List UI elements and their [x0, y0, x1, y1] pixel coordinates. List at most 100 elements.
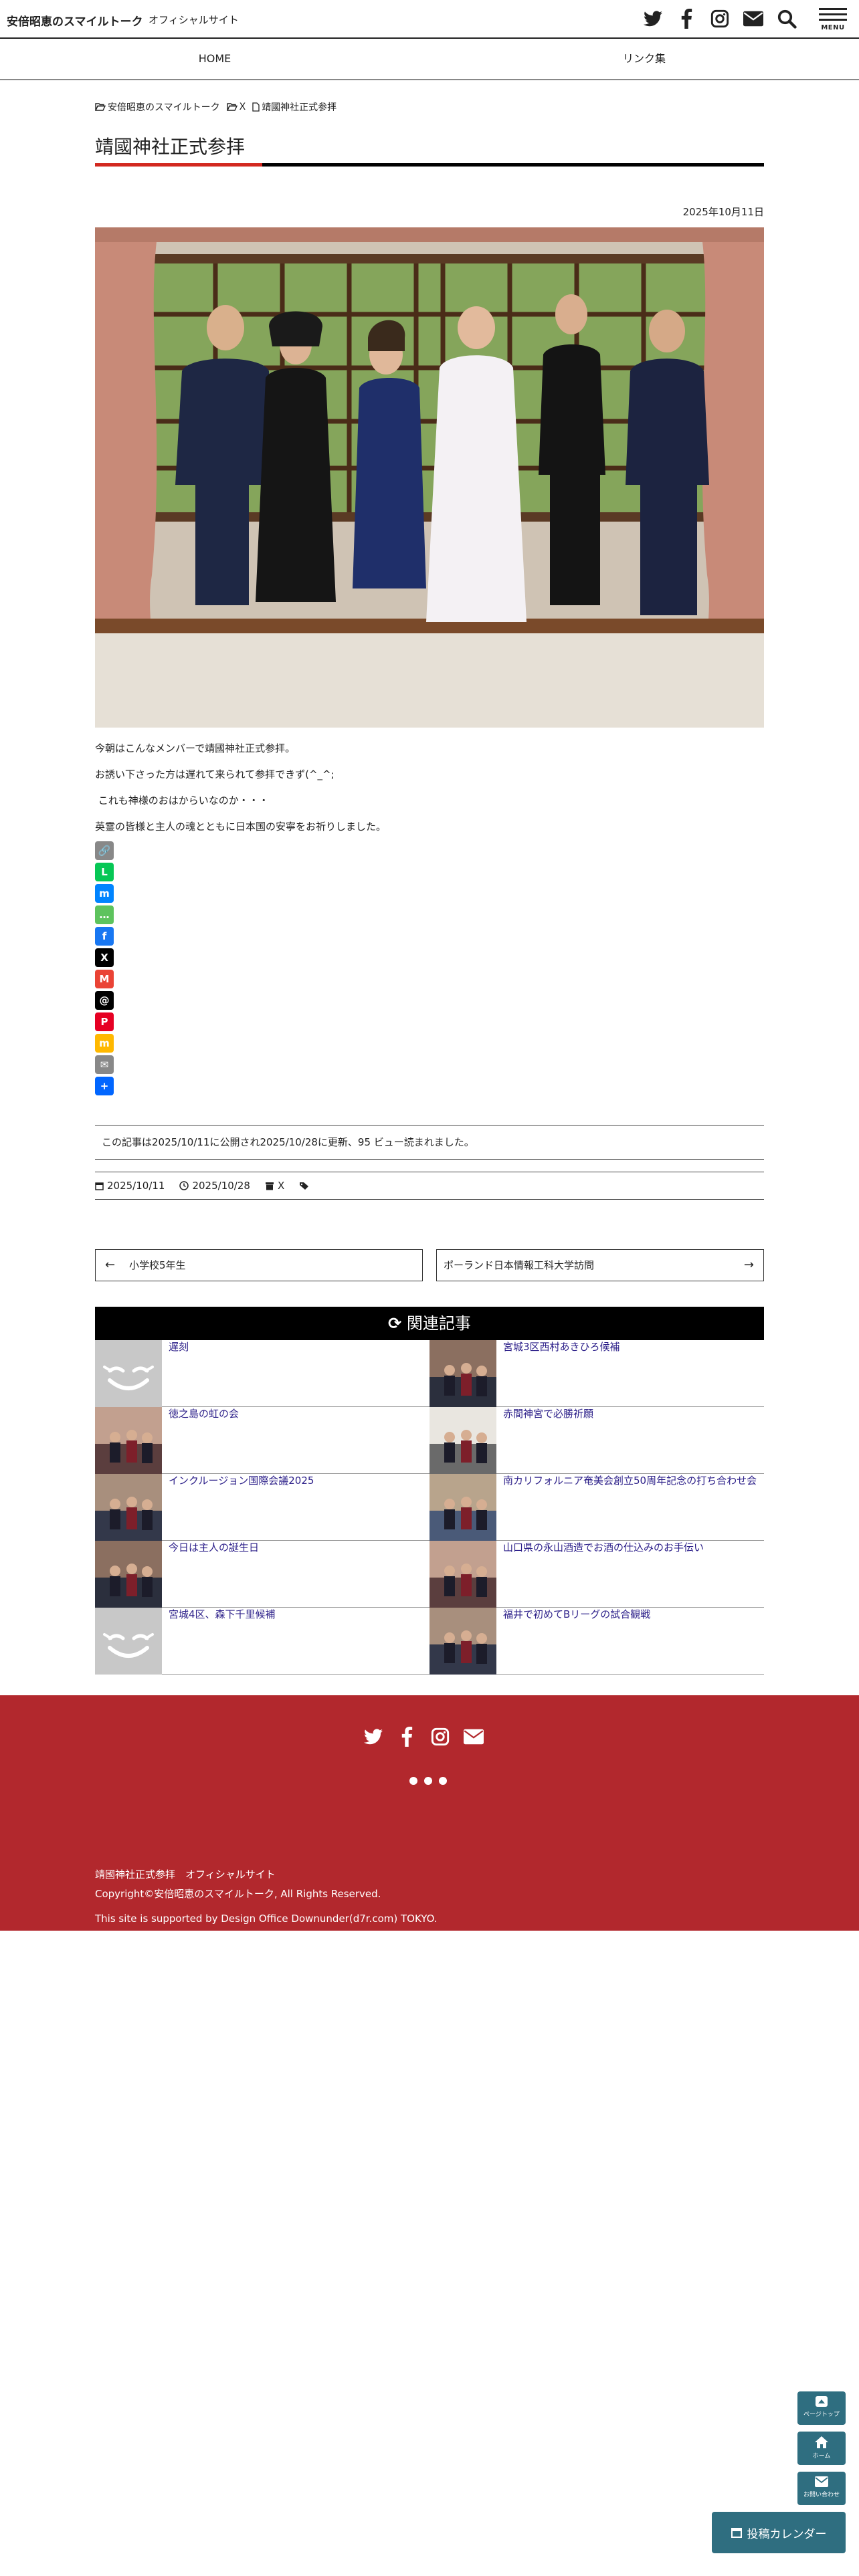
related-item[interactable]: 南カリフォルニア奄美会創立50周年記念の打ち合わせ会	[430, 1474, 764, 1541]
site-title[interactable]: 安倍昭恵のスマイルトーク	[7, 12, 143, 29]
post-paragraph: 英霊の皆様と主人の魂とともに日本国の安寧をお祈りしました。	[95, 821, 387, 833]
hamburger-icon	[819, 8, 847, 10]
post-paragraph: 今朝はこんなメンバーで靖國神社正式参拝。	[95, 742, 296, 754]
copy-link-share-icon[interactable]: 🔗	[95, 841, 114, 860]
arrow-right-icon: →	[743, 1258, 754, 1272]
related-item[interactable]: 遅刻	[95, 1340, 430, 1407]
related-heading: ⟳ 関連記事	[95, 1307, 764, 1340]
breadcrumb-current: 靖國神社正式参拝	[262, 102, 337, 113]
post-paragraph: これも神様のおはからいなのか・・・	[95, 794, 269, 807]
nav-item-home[interactable]: HOME	[0, 40, 430, 79]
nav-item-links[interactable]: リンク集	[430, 40, 859, 79]
page-title: 靖國神社正式参拝	[95, 136, 246, 158]
breadcrumb: 安倍昭恵のスマイルトーク X 靖國神社正式参拝	[95, 100, 337, 114]
related-thumbnail	[95, 1474, 162, 1541]
calendar-icon	[731, 2528, 742, 2538]
add-more-share-icon[interactable]: +	[95, 1077, 114, 1095]
post-body: 今朝はこんなメンバーで靖國神社正式参拝。 お誘い下さった方は遅れて来られて参拝で…	[95, 736, 386, 840]
group-photo-image	[95, 227, 764, 728]
post-calendar-button[interactable]: 投稿カレンダー	[712, 2512, 846, 2553]
site-header: 安倍昭恵のスマイルトーク オフィシャルサイト MENU	[0, 0, 859, 39]
home-icon	[815, 2436, 828, 2448]
global-nav: HOME リンク集	[0, 40, 859, 80]
related-item[interactable]: 宮城3区西村あきひろ候補	[430, 1340, 764, 1407]
related-thumbnail	[430, 1407, 496, 1474]
tags-icon	[300, 1182, 309, 1190]
related-thumbnail	[95, 1541, 162, 1608]
next-post-link[interactable]: ポーランド日本情報工科大学訪問 →	[436, 1249, 764, 1281]
facebook-icon[interactable]	[676, 8, 697, 29]
email-share-icon[interactable]: ✉	[95, 1055, 114, 1074]
twitter-icon[interactable]	[642, 8, 664, 29]
menu-button[interactable]: MENU	[819, 5, 847, 36]
contact-button[interactable]: お問い合わせ	[797, 2472, 846, 2505]
share-buttons: 🔗 Lm … f X M @ Pm ✉ +	[95, 841, 114, 1098]
threads-share-icon[interactable]: @	[95, 991, 114, 1010]
more-dots-button[interactable]	[409, 1777, 447, 1785]
facebook-icon[interactable]	[396, 1726, 417, 1747]
site-subtitle: オフィシャルサイト	[149, 14, 239, 26]
instagram-icon[interactable]	[430, 1726, 451, 1747]
meta-category[interactable]: X	[278, 1180, 284, 1192]
mail-icon	[815, 2476, 828, 2487]
arrow-up-icon	[816, 2396, 828, 2407]
x-share-icon[interactable]: X	[95, 948, 114, 967]
page-top-button[interactable]: ページトップ	[797, 2391, 846, 2425]
post-date: 2025年10月11日	[682, 206, 764, 218]
related-item[interactable]: 福井で初めてBリーグの試合観戦	[430, 1608, 764, 1675]
related-item-title: 宮城4区、森下千里候補	[169, 1608, 276, 1620]
home-button[interactable]: ホーム	[797, 2432, 846, 2465]
prev-post-link[interactable]: ← 小学校5年生	[95, 1249, 423, 1281]
related-item[interactable]: 山口県の永山酒造でお酒の仕込みのお手伝い	[430, 1541, 764, 1608]
twitter-icon[interactable]	[363, 1726, 384, 1747]
related-item[interactable]: 赤間神宮で必勝祈願	[430, 1407, 764, 1474]
gmail-share-icon[interactable]: M	[95, 970, 114, 988]
prev-post-title: 小学校5年生	[129, 1259, 186, 1271]
related-item-title: 宮城3区西村あきひろ候補	[503, 1341, 620, 1353]
placeholder-thumbnail	[95, 1340, 162, 1407]
footer-credit[interactable]: This site is supported by Design Office …	[95, 1909, 438, 1929]
facebook-share-icon[interactable]: f	[95, 927, 114, 946]
footer-icons	[363, 1726, 484, 1747]
footer-site-line: 靖國神社正式参拝 オフィシャルサイト	[95, 1868, 276, 1881]
folder-open-icon	[95, 103, 106, 111]
folder-open-icon	[226, 103, 237, 111]
arrow-left-icon: ←	[105, 1258, 116, 1272]
related-item[interactable]: インクルージョン国際会議2025	[95, 1474, 430, 1541]
mail-icon[interactable]	[463, 1726, 484, 1747]
placeholder-thumbnail	[95, 1608, 162, 1675]
related-item-title: 山口県の永山酒造でお酒の仕込みのお手伝い	[503, 1541, 704, 1553]
sms-share-icon[interactable]: …	[95, 905, 114, 924]
instagram-icon[interactable]	[709, 8, 731, 29]
post-pager: ← 小学校5年生 ポーランド日本情報工科大学訪問 →	[95, 1249, 764, 1281]
related-item-title: 今日は主人の誕生日	[169, 1541, 260, 1553]
related-thumbnail	[430, 1474, 496, 1541]
footer-text: 靖國神社正式参拝 オフィシャルサイト Copyright©安倍昭恵のスマイルトー…	[95, 1865, 438, 1929]
related-item-title: 赤間神宮で必勝祈願	[503, 1408, 594, 1420]
published-date: 2025/10/11	[107, 1180, 165, 1192]
refresh-icon: ⟳	[388, 1314, 402, 1333]
line-share-icon[interactable]: L	[95, 863, 114, 881]
footer-copyright: Copyright©安倍昭恵のスマイルトーク, All Rights Reser…	[95, 1888, 381, 1900]
related-item-title: 福井で初めてBリーグの試合観戦	[503, 1608, 651, 1620]
related-item[interactable]: 今日は主人の誕生日	[95, 1541, 430, 1608]
related-item[interactable]: 宮城4区、森下千里候補	[95, 1608, 430, 1675]
updated-date: 2025/10/28	[192, 1180, 250, 1192]
related-thumbnail	[430, 1608, 496, 1675]
breadcrumb-home[interactable]: 安倍昭恵のスマイルトーク	[108, 100, 220, 114]
related-item-title: 南カリフォルニア奄美会創立50周年記念の打ち合わせ会	[503, 1475, 757, 1487]
search-icon[interactable]	[776, 8, 797, 29]
mix-share-icon[interactable]: m	[95, 1034, 114, 1053]
menu-label: MENU	[821, 24, 845, 31]
messenger-share-icon[interactable]: m	[95, 884, 114, 903]
post-paragraph: お誘い下さった方は遅れて来られて参拝できず(^_^;	[95, 768, 335, 780]
mail-icon[interactable]	[743, 8, 764, 29]
related-item[interactable]: 徳之島の虹の会	[95, 1407, 430, 1474]
file-icon	[252, 102, 260, 112]
breadcrumb-category[interactable]: X	[240, 102, 246, 112]
pinterest-share-icon[interactable]: P	[95, 1012, 114, 1031]
title-underline	[95, 163, 764, 167]
related-thumbnail	[95, 1407, 162, 1474]
next-post-title: ポーランド日本情報工科大学訪問	[444, 1259, 595, 1271]
clock-icon	[179, 1181, 189, 1190]
